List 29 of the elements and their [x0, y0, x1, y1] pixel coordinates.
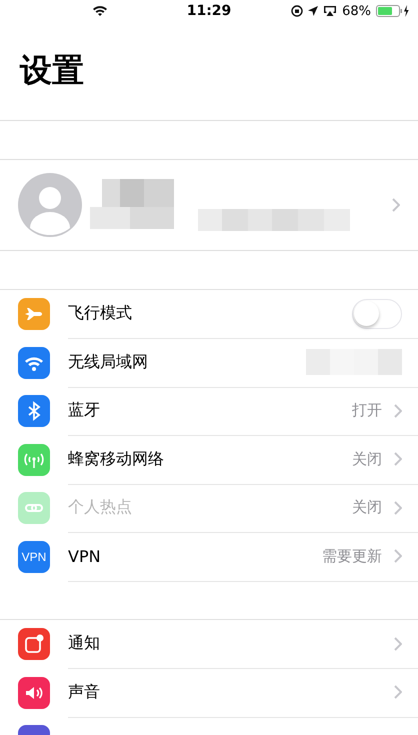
row-value: 打开 — [352, 401, 382, 420]
chevron-icon — [394, 549, 402, 564]
wifi-signal-icon — [92, 5, 108, 17]
row-label[interactable]: 通知 — [68, 633, 100, 654]
row-label[interactable]: 无线局域网 — [68, 352, 148, 373]
row-value: 关闭 — [352, 450, 382, 469]
row-label[interactable]: 蓝牙 — [68, 400, 100, 422]
lock-rotation-icon — [291, 5, 304, 17]
page-title: 设置 — [20, 50, 84, 91]
row-label[interactable]: 飞行模式 — [68, 303, 132, 324]
airplay-icon — [323, 5, 338, 17]
chevron-icon — [394, 452, 402, 466]
row-label[interactable]: 声音 — [68, 682, 100, 703]
battery-charging-icon — [376, 5, 410, 17]
chevron-icon — [392, 198, 400, 212]
row-value: 关闭 — [352, 498, 382, 518]
chevron-icon — [394, 404, 402, 418]
toggle-switch[interactable] — [352, 298, 402, 329]
battery-percent: 68% — [342, 4, 371, 18]
row-label[interactable]: VPN — [68, 546, 101, 566]
chevron-icon — [394, 500, 402, 515]
location-icon — [308, 6, 318, 16]
status-time: 11:29 — [186, 3, 232, 19]
chevron-icon — [394, 636, 402, 651]
avatar-icon[interactable] — [18, 173, 82, 237]
vpn-icon: VPN — [18, 540, 50, 573]
row-label[interactable]: 蜂窝移动网络 — [68, 448, 164, 470]
chevron-icon — [394, 685, 402, 700]
row-value: 需要更新 — [322, 546, 382, 566]
